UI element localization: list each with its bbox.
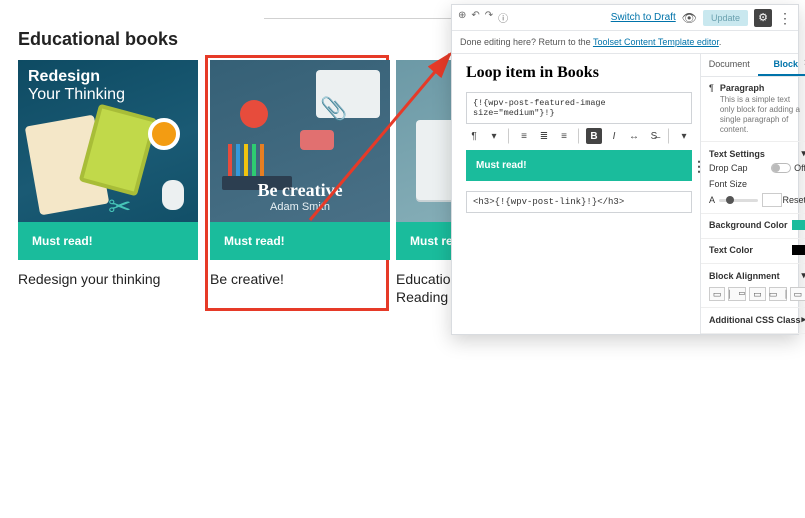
font-size-label: Font Size	[709, 179, 805, 189]
must-read-band: Must read!	[210, 222, 390, 260]
bold-icon[interactable]: B	[586, 128, 602, 144]
align-center-icon[interactable]: ▭	[749, 287, 765, 301]
editor-notice: Done editing here? Return to the Toolset…	[452, 31, 798, 54]
font-size-slider[interactable]	[719, 199, 758, 202]
text-settings-heading[interactable]: Text Settings	[709, 149, 765, 159]
pilcrow-icon[interactable]: ¶	[466, 128, 482, 144]
bg-color-swatch[interactable]	[792, 220, 805, 230]
editor-toolbar: ⊕ ↶ ↷ ⓘ Switch to Draft 👁 Update ⚙ ⋮	[452, 5, 798, 31]
card-redesign[interactable]: Redesign Your Thinking ✂ Must read! Rede…	[18, 60, 198, 306]
text-color-swatch[interactable]	[792, 245, 805, 255]
align-right-icon[interactable]: ≡	[556, 128, 572, 144]
align-left-icon[interactable]: ≡	[516, 128, 532, 144]
hero-title: Be creative	[210, 180, 390, 201]
align-center-icon[interactable]: ≣	[536, 128, 552, 144]
align-wide-icon[interactable]: ▭	[790, 287, 805, 301]
block-type-desc: This is a simple text only block for add…	[720, 95, 805, 135]
update-button[interactable]: Update	[703, 10, 748, 26]
paragraph-block[interactable]: Must read! ⋮	[466, 150, 692, 181]
reset-button[interactable]: Reset	[782, 195, 805, 205]
card-thumbnail: 📎 Be creative Adam Smith Must read!	[210, 60, 390, 260]
card-title: Be creative!	[210, 270, 384, 288]
tab-block[interactable]: Block	[758, 54, 805, 76]
align-right-icon[interactable]: ▭⎹	[769, 287, 787, 301]
align-left-icon[interactable]: ⎸▭	[728, 287, 746, 301]
text-color-heading[interactable]: Text Color	[709, 245, 753, 255]
card-be-creative[interactable]: 📎 Be creative Adam Smith Must read! Be c…	[207, 57, 387, 309]
overlay-subtitle: Your Thinking	[28, 86, 125, 104]
loop-heading: Loop item in Books	[466, 64, 692, 82]
chevron-down-icon[interactable]: ▾	[801, 270, 805, 281]
strike-icon[interactable]: S̶	[646, 128, 662, 144]
paperclip-icon: 📎	[320, 96, 347, 122]
preview-icon[interactable]: 👁	[682, 11, 697, 25]
add-block-icon[interactable]: ⊕	[458, 10, 466, 25]
undo-icon[interactable]: ↶	[471, 10, 479, 25]
more-menu-icon[interactable]: ⋮	[778, 11, 792, 25]
toolset-template-link[interactable]: Toolset Content Template editor	[593, 37, 719, 47]
align-none-icon[interactable]: ▭	[709, 287, 725, 301]
chevron-down-icon[interactable]: ▾	[801, 148, 805, 159]
font-size-input[interactable]	[762, 193, 782, 207]
font-letter: A	[709, 195, 715, 205]
html-block[interactable]: <h3>{!{wpv-post-link}!}</h3>	[466, 191, 692, 213]
additional-css-heading[interactable]: Additional CSS Class	[709, 315, 801, 325]
card-thumbnail: Redesign Your Thinking ✂ Must read!	[18, 60, 198, 260]
info-icon[interactable]: ⓘ	[498, 10, 508, 25]
hero-subtitle: Adam Smith	[210, 201, 390, 213]
switch-to-draft-link[interactable]: Switch to Draft	[611, 12, 676, 23]
drop-cap-state: Off	[794, 163, 805, 173]
block-format-toolbar: ¶ ▾ ≡ ≣ ≡ B I ↔ S̶ ▾	[466, 128, 692, 144]
chevron-down-icon[interactable]: ▾	[486, 128, 502, 144]
chevron-right-icon[interactable]: ▸	[801, 314, 805, 325]
card-title: Redesign your thinking	[18, 270, 198, 288]
settings-icon[interactable]: ⚙	[754, 9, 772, 27]
more-format-icon[interactable]: ▾	[676, 128, 692, 144]
must-read-band: Must read!	[18, 222, 198, 260]
block-alignment-heading[interactable]: Block Alignment	[709, 271, 780, 281]
paragraph-icon: ¶	[709, 83, 714, 135]
bg-color-heading[interactable]: Background Color	[709, 220, 788, 230]
italic-icon[interactable]: I	[606, 128, 622, 144]
drop-cap-label: Drop Cap	[709, 163, 748, 173]
tab-document[interactable]: Document	[701, 54, 758, 76]
link-icon[interactable]: ↔	[626, 128, 642, 144]
editor-sidebar: Document Block × ¶ Paragraph This is a s…	[700, 54, 805, 334]
drop-cap-toggle[interactable]	[771, 163, 791, 173]
redo-icon[interactable]: ↷	[485, 10, 493, 25]
block-type-label: Paragraph	[720, 83, 805, 93]
editor-canvas[interactable]: Loop item in Books {!{wpv-post-featured-…	[452, 54, 700, 334]
scissors-icon: ✂	[108, 190, 131, 223]
editor-window: ⊕ ↶ ↷ ⓘ Switch to Draft 👁 Update ⚙ ⋮ Don…	[451, 4, 799, 335]
block-options-icon[interactable]: ⋮	[692, 158, 706, 175]
overlay-title: Redesign	[28, 68, 100, 86]
shortcode-block[interactable]: {!{wpv-post-featured-image size="medium"…	[466, 92, 692, 124]
